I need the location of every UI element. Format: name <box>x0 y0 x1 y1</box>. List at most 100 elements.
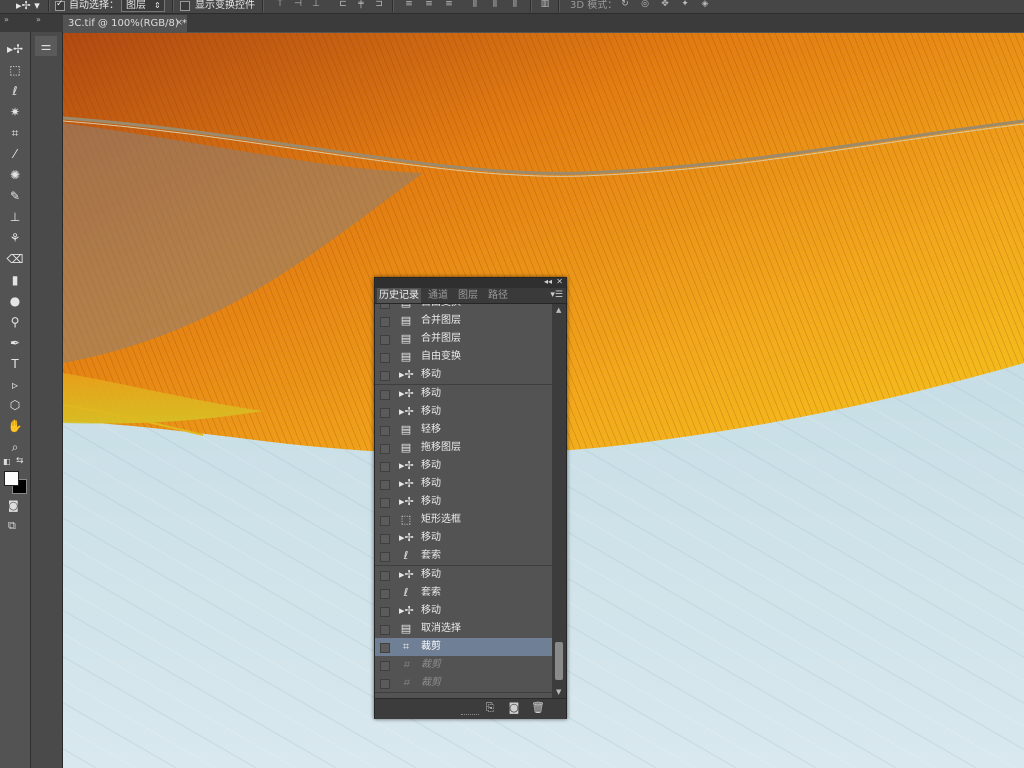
distribute-hcenter-icon[interactable]: ⫼ <box>490 0 500 9</box>
history-state-row[interactable]: ⌗ 裁剪 <box>375 674 552 693</box>
history-brush-source-checkbox[interactable] <box>380 462 390 472</box>
screen-mode-icon[interactable]: ⧉ <box>8 519 16 533</box>
document-tab[interactable]: 3C.tif @ 100%(RGB/8) * × <box>63 15 187 32</box>
blur-tool-icon[interactable]: ● <box>6 292 24 310</box>
history-state-row[interactable]: ▸✢ 移动 <box>375 366 552 385</box>
align-bottom-icon[interactable]: ⊥ <box>311 0 321 9</box>
move-tool-preset-icon[interactable]: ▸✢ ▾ <box>16 0 40 12</box>
zoom-tool-icon[interactable]: ⌕ <box>6 438 24 456</box>
align-horizontal-center-icon[interactable]: ╪ <box>356 0 366 9</box>
history-state-row[interactable]: ▤ 拖移图层 <box>375 439 552 458</box>
swap-colors-icon[interactable]: ⇆ <box>16 456 24 466</box>
scroll-down-icon[interactable]: ▼ <box>556 688 561 696</box>
history-brush-source-checkbox[interactable] <box>380 625 390 635</box>
clone-stamp-tool-icon[interactable]: ⊥ <box>6 208 24 226</box>
close-panel-icon[interactable]: ✕ <box>556 277 563 286</box>
lasso-tool-icon[interactable]: ℓ <box>6 82 24 100</box>
distribute-bottom-icon[interactable]: ≡ <box>444 0 454 9</box>
history-state-row[interactable]: ▸✢ 移动 <box>375 475 552 494</box>
history-state-row[interactable]: ▸✢ 移动 <box>375 602 552 621</box>
history-state-row[interactable]: ▤ 合并图层 <box>375 330 552 349</box>
scroll-up-icon[interactable]: ▲ <box>556 306 561 314</box>
close-document-icon[interactable]: × <box>175 15 183 32</box>
history-state-row[interactable]: ⬚ 矩形选框 <box>375 511 552 530</box>
3d-slide-icon[interactable]: ✦ <box>680 0 690 9</box>
history-brush-source-checkbox[interactable] <box>380 480 390 490</box>
tab-channels[interactable]: 通道 <box>425 288 451 303</box>
magic-wand-tool-icon[interactable]: ✷ <box>6 103 24 121</box>
history-brush-source-checkbox[interactable] <box>380 607 390 617</box>
history-brush-source-checkbox[interactable] <box>380 516 390 526</box>
move-tool-icon[interactable]: ▸✢ <box>6 40 24 58</box>
eraser-tool-icon[interactable]: ⌫ <box>6 250 24 268</box>
history-brush-source-checkbox[interactable] <box>380 426 390 436</box>
distribute-right-icon[interactable]: ⫼ <box>510 0 520 9</box>
panel-menu-icon[interactable]: ▾☰ <box>550 288 563 303</box>
properties-panel-button[interactable]: ⚌ <box>35 36 57 56</box>
quick-mask-icon[interactable]: ◙ <box>8 499 19 512</box>
history-brush-source-checkbox[interactable] <box>380 498 390 508</box>
history-state-row[interactable]: ▤ 轻移 <box>375 421 552 440</box>
history-brush-source-checkbox[interactable] <box>380 408 390 418</box>
history-state-row[interactable]: ⌗ 裁剪 <box>375 638 552 657</box>
history-state-row[interactable]: ▸✢ 移动 <box>375 403 552 422</box>
history-state-row[interactable]: ⌗ 裁剪 <box>375 656 552 675</box>
history-brush-source-checkbox[interactable] <box>380 353 390 363</box>
scrollbar-thumb[interactable] <box>555 642 563 680</box>
history-state-row[interactable]: ℓ 套索 <box>375 547 552 566</box>
history-state-row[interactable]: ▸✢ 移动 <box>375 566 552 585</box>
collapse-panel-icon[interactable]: ◂◂ <box>544 277 552 286</box>
history-state-row[interactable]: ▤ 合并图层 <box>375 312 552 331</box>
history-brush-source-checkbox[interactable] <box>380 444 390 454</box>
brush-tool-icon[interactable]: ✎ <box>6 187 24 205</box>
3d-roll-icon[interactable]: ◎ <box>640 0 650 9</box>
distribute-left-icon[interactable]: ⫼ <box>470 0 480 9</box>
history-state-row[interactable]: ℓ 套索 <box>375 584 552 603</box>
history-brush-source-checkbox[interactable] <box>380 317 390 327</box>
align-top-icon[interactable]: ⊤ <box>275 0 285 9</box>
history-state-row[interactable]: ▤ 取消选择 <box>375 620 552 639</box>
distribute-vcenter-icon[interactable]: ≡ <box>424 0 434 9</box>
history-brush-source-checkbox[interactable] <box>380 335 390 345</box>
show-transform-controls-checkbox[interactable] <box>180 1 190 11</box>
history-brush-source-checkbox[interactable] <box>380 679 390 689</box>
history-brush-source-checkbox[interactable] <box>380 371 390 381</box>
shape-tool-icon[interactable]: ⬡ <box>6 396 24 414</box>
path-selection-tool-icon[interactable]: ▹ <box>6 376 24 394</box>
pen-tool-icon[interactable]: ✒ <box>6 334 24 352</box>
delete-state-button[interactable]: 🗑 <box>531 701 545 715</box>
marquee-tool-icon[interactable]: ⬚ <box>6 61 24 79</box>
history-brush-source-checkbox[interactable] <box>380 661 390 671</box>
3d-drag-icon[interactable]: ✥ <box>660 0 670 9</box>
foreground-color-swatch[interactable] <box>4 471 19 486</box>
align-left-icon[interactable]: ⊏ <box>338 0 348 9</box>
auto-select-target-dropdown[interactable]: 图层 ⇕ <box>121 0 165 12</box>
eyedropper-tool-icon[interactable]: ⁄ <box>6 145 24 163</box>
history-brush-source-checkbox[interactable] <box>380 643 390 653</box>
history-state-row[interactable]: ▤ 自由变换 <box>375 348 552 367</box>
align-vertical-center-icon[interactable]: ⊣ <box>293 0 303 9</box>
healing-brush-tool-icon[interactable]: ✺ <box>6 166 24 184</box>
history-brush-source-checkbox[interactable] <box>380 304 390 309</box>
3d-scale-icon[interactable]: ◈ <box>700 0 710 9</box>
tab-history[interactable]: 历史记录 <box>377 288 421 303</box>
history-brush-tool-icon[interactable]: ⚘ <box>6 229 24 247</box>
collapse-toolbar-icon[interactable]: » <box>4 15 9 25</box>
3d-rotate-icon[interactable]: ↻ <box>620 0 630 9</box>
history-brush-source-checkbox[interactable] <box>380 552 390 562</box>
hand-tool-icon[interactable]: ✋ <box>6 417 24 435</box>
new-snapshot-button[interactable]: ◙ <box>507 701 521 715</box>
auto-align-layers-icon[interactable]: ▥ <box>540 0 550 9</box>
history-brush-source-checkbox[interactable] <box>380 589 390 599</box>
history-brush-source-checkbox[interactable] <box>380 390 390 400</box>
resize-grip[interactable] <box>461 714 479 718</box>
history-state-row[interactable]: ▸✢ 移动 <box>375 457 552 476</box>
collapse-secondary-panel-icon[interactable]: » <box>36 15 41 25</box>
history-scrollbar[interactable]: ▲ ▼ <box>553 304 565 698</box>
dodge-tool-icon[interactable]: ⚲ <box>6 313 24 331</box>
history-state-row[interactable]: ▸✢ 移动 <box>375 493 552 512</box>
history-state-row[interactable]: ▸✢ 移动 <box>375 385 552 404</box>
history-state-row[interactable]: ▸✢ 移动 <box>375 529 552 548</box>
crop-tool-icon[interactable]: ⌗ <box>6 124 24 142</box>
type-tool-icon[interactable]: T <box>6 355 24 373</box>
